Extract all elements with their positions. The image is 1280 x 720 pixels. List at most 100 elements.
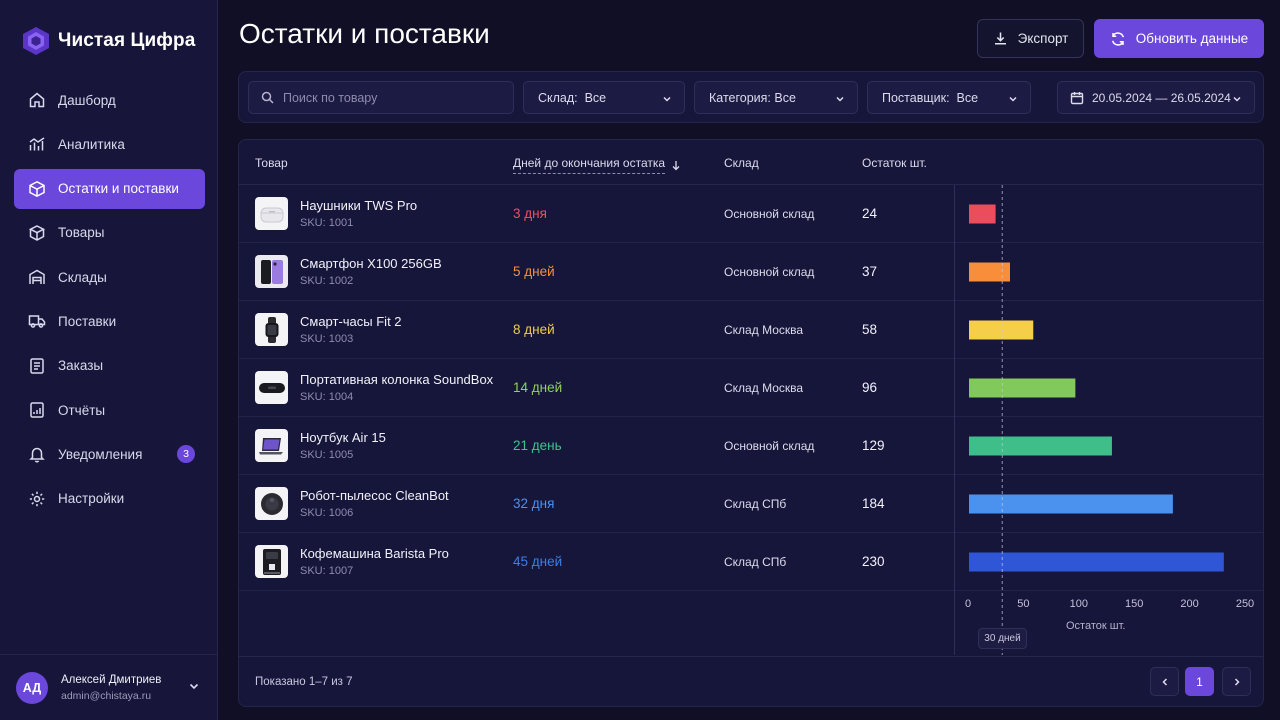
product-name: Робот-пылесос CleanBot — [300, 488, 449, 503]
nav-item-notifications[interactable]: Уведомления 3 — [14, 434, 205, 474]
main-nav: Дашборд Аналитика Остатки и поставки Тов… — [14, 80, 205, 523]
chevron-down-icon — [1009, 96, 1017, 102]
warehouse-filter-value: Склад: Все — [538, 90, 607, 105]
chevron-down-icon[interactable] — [188, 680, 200, 692]
product-thumbnail-smartwatch — [255, 313, 288, 346]
user-profile[interactable]: АД Алексей Дмитриев admin@chistaya.ru — [0, 654, 218, 720]
column-header-days-label: Дней до окончания остатка — [513, 156, 666, 174]
warehouse-name: Основной склад — [724, 265, 815, 279]
chart-bar[interactable] — [969, 262, 1010, 282]
stock-qty: 96 — [862, 380, 878, 395]
previous-page-button[interactable] — [1150, 667, 1179, 696]
nav-item-deliveries[interactable]: Поставки — [14, 301, 205, 341]
x-axis-tick-label: 200 — [1180, 598, 1199, 610]
notifications-badge: 3 — [177, 445, 195, 464]
bell-icon — [29, 448, 45, 463]
nav-item-stock[interactable]: Остатки и поставки — [14, 168, 205, 209]
product-thumbnail-coffee-machine — [255, 545, 288, 578]
stock-table: Товар Дней до окончания остатка Склад Ос… — [238, 139, 1264, 707]
search-input[interactable] — [283, 90, 503, 105]
brand-name: Чистая Цифра — [58, 30, 196, 51]
nav-label: Поставки — [58, 313, 117, 329]
chart-bar[interactable] — [969, 436, 1112, 456]
product-thumbnail-laptop — [255, 429, 288, 462]
chart-bar[interactable] — [969, 204, 996, 224]
x-axis-label: Остаток шт. — [1066, 620, 1126, 632]
reference-line-label: 30 дней — [978, 628, 1027, 649]
nav-label: Склады — [58, 269, 107, 285]
refresh-icon — [1111, 31, 1124, 46]
gear-icon — [29, 491, 45, 506]
refresh-label: Обновить данные — [1135, 31, 1249, 46]
chevron-down-icon — [1233, 96, 1241, 102]
product-sku: SKU: 1004 — [300, 391, 354, 403]
chart-bar[interactable] — [969, 552, 1224, 572]
product-name: Смарт-часы Fit 2 — [300, 314, 402, 329]
warehouse-filter[interactable]: Склад: Все — [523, 81, 685, 114]
days-left: 8 дней — [513, 322, 555, 337]
date-range-value: 20.05.2024 — 26.05.2024 — [1092, 90, 1231, 105]
days-left: 3 дня — [513, 206, 547, 221]
products-icon — [28, 225, 46, 241]
chevron-down-icon — [663, 96, 671, 102]
brand[interactable]: Чистая Цифра — [22, 26, 195, 56]
nav-item-orders[interactable]: Заказы — [14, 346, 205, 386]
chevron-down-icon — [836, 96, 844, 102]
nav-item-settings[interactable]: Настройки — [14, 479, 205, 519]
chart-bar[interactable] — [969, 378, 1076, 398]
column-header-warehouse[interactable]: Склад — [724, 156, 759, 170]
x-axis-tick-label: 0 — [964, 598, 972, 610]
stock-qty: 129 — [862, 438, 885, 453]
product-thumbnail-robot-vacuum — [255, 487, 288, 520]
column-header-days[interactable]: Дней до окончания остатка — [513, 156, 681, 174]
product-name: Кофемашина Barista Pro — [300, 546, 449, 561]
product-sku: SKU: 1001 — [300, 217, 354, 229]
product-sku: SKU: 1007 — [300, 565, 354, 577]
supplier-filter[interactable]: Поставщик: Все — [867, 81, 1031, 114]
warehouse-icon — [29, 269, 45, 285]
product-name: Портативная колонка SoundBox — [300, 372, 494, 387]
category-filter[interactable]: Категория: Все — [694, 81, 858, 114]
chart-bar[interactable] — [969, 320, 1034, 340]
refresh-button[interactable]: Обновить данные — [1094, 19, 1264, 58]
nav-label: Настройки — [58, 491, 125, 507]
search-field[interactable] — [248, 81, 514, 114]
user-name: Алексей Дмитриев — [61, 673, 162, 686]
nav-item-warehouses[interactable]: Склады — [14, 257, 205, 297]
export-button[interactable]: Экспорт — [977, 19, 1084, 58]
stock-qty: 184 — [862, 496, 885, 511]
page-title: Остатки и поставки — [239, 18, 490, 49]
stock-qty: 24 — [862, 206, 878, 221]
product-sku: SKU: 1002 — [300, 275, 354, 287]
stock-qty: 37 — [862, 264, 878, 279]
page-1-button[interactable]: 1 — [1185, 667, 1214, 696]
product-name: Ноутбук Air 15 — [300, 430, 386, 445]
chart-bar[interactable] — [969, 494, 1173, 514]
x-axis-tick-label: 50 — [1017, 598, 1030, 610]
nav-label: Заказы — [58, 358, 104, 374]
warehouse-name: Основной склад — [724, 439, 815, 453]
nav-label: Товары — [58, 225, 105, 241]
column-header-product[interactable]: Товар — [255, 156, 288, 170]
product-name: Смартфон X100 256GB — [300, 256, 442, 271]
product-name: Наушники TWS Pro — [300, 198, 418, 213]
product-sku: SKU: 1003 — [300, 333, 354, 345]
report-icon — [30, 402, 44, 418]
nav-item-dashboard[interactable]: Дашборд — [14, 80, 205, 120]
x-axis-tick-label: 250 — [1235, 598, 1255, 610]
nav-item-products[interactable]: Товары — [14, 213, 205, 253]
column-header-qty[interactable]: Остаток шт. — [862, 156, 927, 170]
nav-item-reports[interactable]: Отчёты — [14, 390, 205, 430]
warehouse-name: Склад СПб — [724, 555, 787, 569]
calendar-icon — [1070, 91, 1084, 104]
pagination-summary: Показано 1–7 из 7 — [255, 676, 353, 688]
nav-item-analytics[interactable]: Аналитика — [14, 124, 205, 164]
logo-icon — [23, 27, 49, 55]
avatar: АД — [16, 671, 48, 704]
nav-label: Дашборд — [58, 92, 116, 108]
date-range-picker[interactable]: 20.05.2024 — 26.05.2024 — [1057, 81, 1255, 114]
home-icon — [29, 92, 45, 108]
product-thumbnail-speaker — [255, 371, 288, 404]
next-page-button[interactable] — [1222, 667, 1251, 696]
days-left: 45 дней — [513, 554, 563, 569]
